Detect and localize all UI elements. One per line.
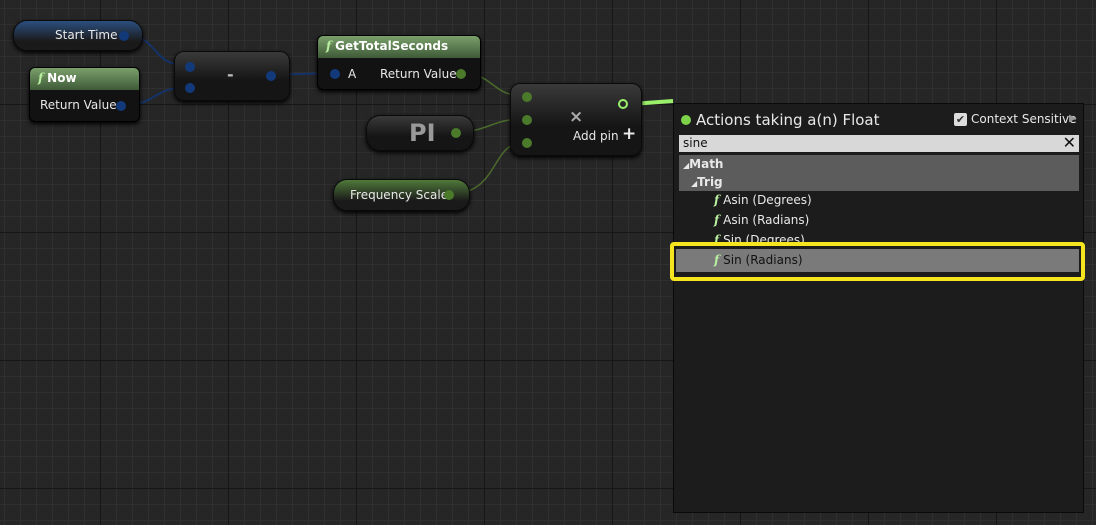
now-node[interactable]: f Now Return Value bbox=[29, 67, 140, 122]
category-trig[interactable]: ◢Trig bbox=[679, 173, 1079, 191]
subtract-input-b-pin[interactable] bbox=[185, 83, 195, 93]
add-pin-label[interactable]: Add pin bbox=[573, 129, 619, 143]
search-value: sine bbox=[683, 136, 708, 150]
highlight-box: f Sin (Radians) bbox=[670, 242, 1085, 281]
multiply-input-2-pin[interactable] bbox=[522, 115, 532, 125]
menu-item-asin-degrees[interactable]: f Asin (Degrees) bbox=[714, 193, 812, 207]
get-total-seconds-node[interactable]: f GetTotalSeconds A Return Value bbox=[317, 35, 481, 90]
multiply-output-pin[interactable] bbox=[618, 99, 628, 109]
subtract-symbol: - bbox=[227, 65, 234, 84]
now-return-label: Return Value bbox=[40, 98, 117, 112]
function-icon: f bbox=[38, 71, 44, 85]
item-label: Sin (Radians) bbox=[723, 253, 803, 267]
category-trig-label: Trig bbox=[697, 175, 723, 189]
multiply-node[interactable]: × Add pin + bbox=[510, 83, 642, 156]
clear-search-icon[interactable]: ✕ bbox=[1063, 133, 1076, 152]
frequency-scale-output-pin[interactable] bbox=[444, 190, 454, 200]
start-time-node[interactable]: Start Time bbox=[13, 20, 143, 51]
multiply-symbol: × bbox=[569, 107, 584, 127]
pi-output-pin[interactable] bbox=[451, 128, 461, 138]
now-title: Now bbox=[47, 71, 77, 85]
function-icon: f bbox=[714, 213, 720, 227]
context-sensitive-label[interactable]: Context Sensitive bbox=[971, 112, 1077, 126]
pi-label: PI bbox=[409, 119, 436, 147]
start-time-label: Start Time bbox=[55, 28, 118, 42]
context-sensitive-checkbox[interactable]: ✔ bbox=[954, 113, 967, 126]
function-icon: f bbox=[714, 193, 720, 207]
item-label: Asin (Radians) bbox=[723, 213, 810, 227]
input-a-label: A bbox=[348, 67, 357, 81]
category-math[interactable]: ◢Math bbox=[679, 155, 1079, 173]
multiply-input-3-pin[interactable] bbox=[522, 138, 532, 148]
float-pin-icon bbox=[681, 115, 691, 125]
menu-item-asin-radians[interactable]: f Asin (Radians) bbox=[714, 213, 809, 227]
subtract-output-pin[interactable] bbox=[266, 71, 276, 81]
frequency-scale-node[interactable]: Frequency Scale bbox=[333, 179, 470, 211]
item-label: Asin (Degrees) bbox=[723, 193, 812, 207]
function-icon: f bbox=[714, 253, 720, 267]
expand-arrow-icon[interactable]: ▶ bbox=[1069, 113, 1077, 124]
start-time-output-pin[interactable] bbox=[119, 31, 129, 41]
get-total-seconds-input-pin[interactable] bbox=[330, 69, 340, 79]
get-total-seconds-title: GetTotalSeconds bbox=[335, 39, 449, 53]
function-icon: f bbox=[326, 39, 332, 53]
frequency-scale-label: Frequency Scale bbox=[350, 188, 449, 202]
multiply-input-1-pin[interactable] bbox=[522, 92, 532, 102]
pi-node[interactable]: PI bbox=[366, 115, 474, 151]
now-return-pin[interactable] bbox=[116, 101, 126, 111]
menu-title: Actions taking a(n) Float bbox=[696, 111, 880, 129]
search-input[interactable]: sine ✕ bbox=[679, 133, 1079, 152]
subtract-node[interactable]: - bbox=[174, 51, 290, 101]
subtract-input-a-pin[interactable] bbox=[185, 62, 195, 72]
action-menu: Actions taking a(n) Float ✔ Context Sens… bbox=[673, 103, 1084, 513]
category-math-label: Math bbox=[689, 157, 724, 171]
get-total-seconds-return-pin[interactable] bbox=[456, 69, 466, 79]
menu-item-sin-radians[interactable]: f Sin (Radians) bbox=[676, 249, 1079, 272]
get-total-seconds-return-label: Return Value bbox=[380, 67, 457, 81]
add-pin-plus-icon[interactable]: + bbox=[622, 124, 636, 144]
